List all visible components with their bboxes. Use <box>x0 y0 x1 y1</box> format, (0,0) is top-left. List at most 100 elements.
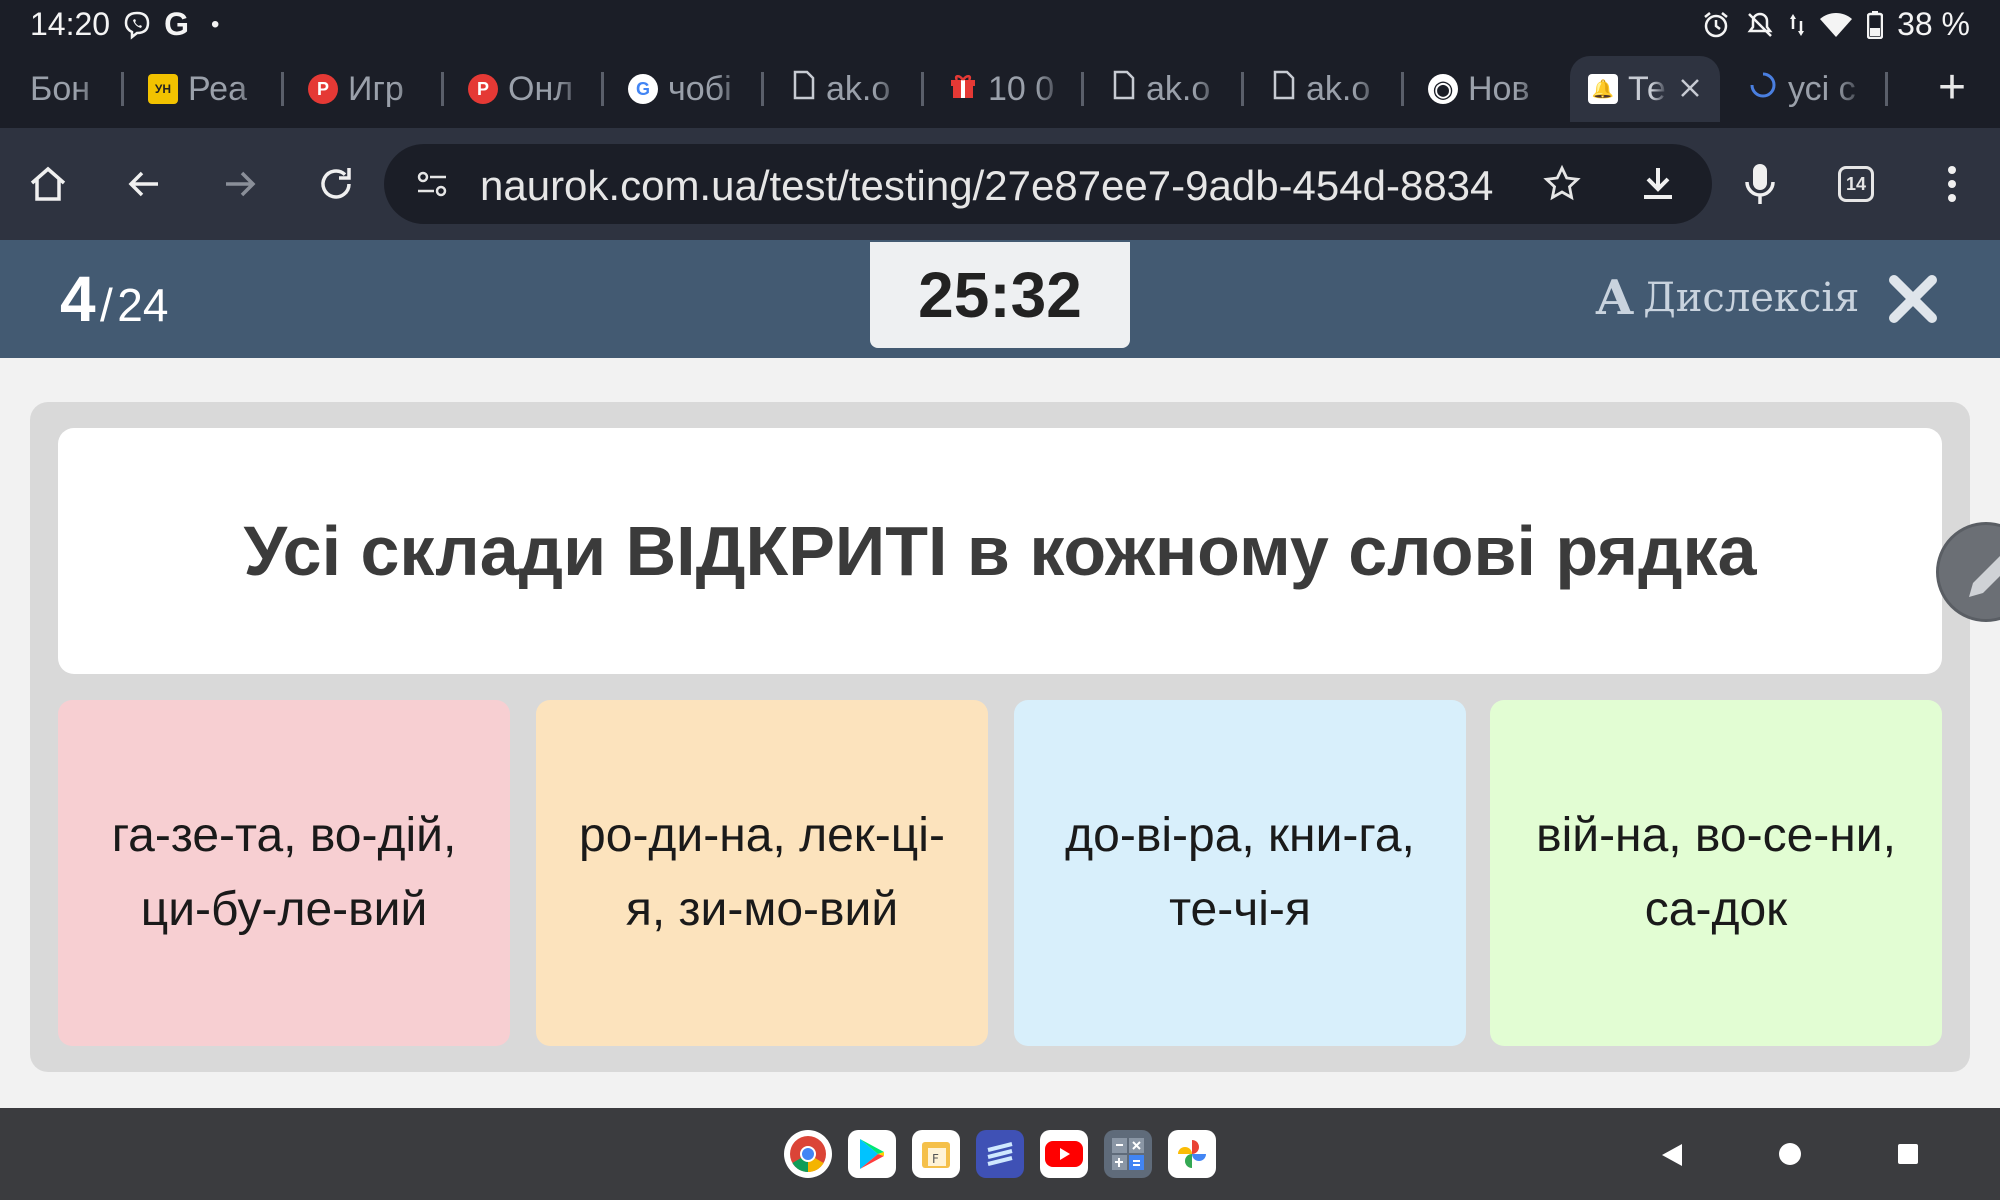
answer-option-1[interactable]: га-зе-та, во-дій, ци-бу-ле-вий <box>58 700 510 1046</box>
google-status-icon: G <box>164 6 189 42</box>
play-store-icon[interactable] <box>848 1130 896 1178</box>
dyslexia-label: Дислексія <box>1643 275 1860 321</box>
tab[interactable]: Бон <box>0 56 124 122</box>
ukrainian-news-icon: УН <box>148 74 178 104</box>
tab-count: 14 <box>1838 166 1874 202</box>
tab-title: Онл <box>508 69 574 108</box>
document-icon <box>1112 70 1136 109</box>
microphone-icon <box>1745 164 1775 204</box>
document-icon <box>1272 70 1296 109</box>
status-time: 14:20 <box>30 6 111 42</box>
total-questions: 24 <box>117 279 169 331</box>
quiz-header: 4 / 24 25:32 A Дислексія <box>0 240 2000 358</box>
google-icon: G <box>628 74 658 104</box>
status-bar: 14:20 G • 38 % <box>0 0 2000 50</box>
progress-separator: / <box>100 279 113 331</box>
nav-recents-icon <box>1898 1144 1918 1164</box>
pencil-icon <box>1969 556 2000 597</box>
more-vert-icon <box>1948 166 1956 202</box>
calculator-icon[interactable] <box>1104 1130 1152 1178</box>
reload-icon <box>321 168 351 199</box>
address-bar[interactable]: naurok.com.ua/test/testing/27e87ee7-9adb… <box>384 144 1712 224</box>
files-icon[interactable]: F <box>912 1130 960 1178</box>
chrome-icon[interactable] <box>784 1130 832 1178</box>
tab-title: Игр <box>348 69 404 108</box>
countdown-timer: 25:32 <box>870 242 1130 348</box>
back-button[interactable] <box>120 160 168 208</box>
svg-text:F: F <box>932 1152 939 1166</box>
mute-icon <box>1745 10 1775 40</box>
answer-option-3[interactable]: до-ві-ра, кни-га, те-чі-я <box>1014 700 1466 1046</box>
viber-icon <box>122 10 152 40</box>
wifi-icon <box>1819 11 1853 39</box>
gift-icon <box>948 70 978 109</box>
tab-switcher-button[interactable]: 14 <box>1832 160 1880 208</box>
stack-icon[interactable] <box>976 1130 1024 1178</box>
tab-title: Бон <box>30 69 90 108</box>
rutube-icon: P <box>308 74 338 104</box>
document-icon <box>792 70 816 109</box>
tab-title: ak.o <box>1306 69 1371 108</box>
voice-search-button[interactable] <box>1736 160 1784 208</box>
tab[interactable]: ◉ Нов <box>1404 56 1570 122</box>
tab[interactable]: усі с <box>1728 56 1888 122</box>
menu-button[interactable] <box>1928 160 1976 208</box>
youtube-icon[interactable] <box>1040 1130 1088 1178</box>
tab-title: Реа <box>188 69 248 108</box>
rutube-icon: P <box>468 74 498 104</box>
battery-level: 38 % <box>1897 6 1970 42</box>
current-question-number: 4 <box>60 263 96 335</box>
download-icon[interactable] <box>1638 164 1678 209</box>
tab[interactable]: 10 0 <box>924 56 1084 122</box>
answer-option-4[interactable]: вій-на, во-се-ни, са-док <box>1490 700 1942 1046</box>
chrome-tab-icon: ◉ <box>1428 74 1458 104</box>
home-icon <box>30 166 66 201</box>
url-text[interactable]: naurok.com.ua/test/testing/27e87ee7-9adb… <box>480 162 1500 210</box>
tab-title: усі с <box>1788 69 1856 108</box>
tab-title: Нов <box>1468 69 1530 108</box>
tab[interactable]: G чобі <box>604 56 764 122</box>
loading-spinner-icon <box>1748 70 1778 109</box>
tab[interactable]: УН Реа <box>124 56 284 122</box>
back-arrow-icon <box>128 171 158 197</box>
photos-icon[interactable] <box>1168 1130 1216 1178</box>
battery-icon <box>1867 10 1884 39</box>
nav-home-icon <box>1779 1143 1801 1165</box>
tab-title: чобі <box>668 69 732 108</box>
tab-title: Те <box>1628 69 1666 108</box>
status-dot: • <box>210 10 220 38</box>
nav-back-button[interactable] <box>1660 1142 1684 1173</box>
reload-button[interactable] <box>312 160 360 208</box>
tab-title: ak.o <box>1146 69 1211 108</box>
nav-back-icon <box>1662 1144 1682 1166</box>
question-text: Усі склади ВІДКРИТІ в кожному слові рядк… <box>58 428 1942 674</box>
tab-title: 10 0 <box>988 69 1055 108</box>
tab-active[interactable]: 🔔 Те <box>1570 56 1720 122</box>
forward-button[interactable] <box>216 160 264 208</box>
tab[interactable]: P Онл <box>444 56 604 122</box>
tab-divider <box>1885 72 1888 106</box>
exit-quiz-button[interactable] <box>1888 274 1938 324</box>
tab-title: ak.o <box>826 69 891 108</box>
site-settings-icon[interactable] <box>414 166 450 207</box>
dyslexia-font-icon: A <box>1596 270 1634 326</box>
alarm-icon <box>1701 10 1731 40</box>
new-tab-button[interactable]: + <box>1938 64 1966 112</box>
bookmark-star-icon[interactable] <box>1542 164 1582 209</box>
taskbar: F <box>0 1108 2000 1200</box>
close-icon <box>1889 275 1937 323</box>
close-tab-icon[interactable] <box>1678 70 1702 109</box>
answer-option-2[interactable]: ро-ди-на, лек-ці-я, зи-мо-вий <box>536 700 988 1046</box>
tab[interactable]: ak.o <box>764 56 924 122</box>
nav-recents-button[interactable] <box>1896 1142 1920 1171</box>
tab[interactable]: P Игр <box>284 56 444 122</box>
home-button[interactable] <box>24 160 72 208</box>
question-progress: 4 / 24 <box>60 262 168 336</box>
naurok-bell-icon: 🔔 <box>1588 74 1618 104</box>
browser-toolbar: naurok.com.ua/test/testing/27e87ee7-9adb… <box>0 128 2000 240</box>
nav-home-button[interactable] <box>1778 1142 1802 1171</box>
tab-strip: Бон УН Реа P Игр P Онл G чобі ak.o 10 0 … <box>0 50 2000 128</box>
tab[interactable]: ak.o <box>1244 56 1404 122</box>
tab[interactable]: ak.o <box>1084 56 1244 122</box>
dyslexia-toggle[interactable]: A Дислексія <box>1596 270 1859 326</box>
